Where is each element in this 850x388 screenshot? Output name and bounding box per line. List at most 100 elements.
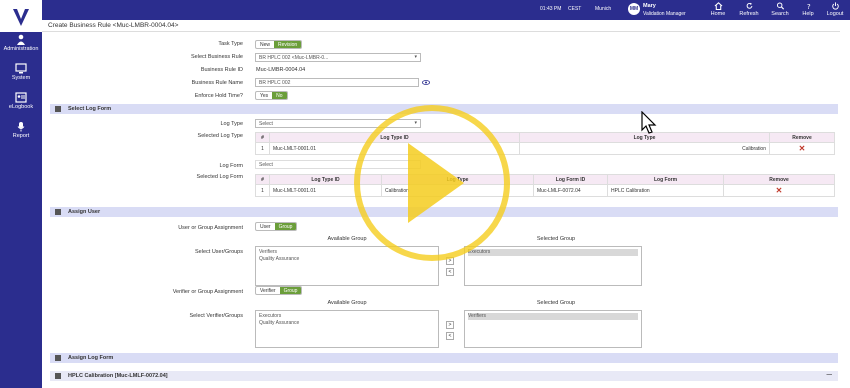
log-form-label: Log Form	[219, 163, 243, 169]
option-group[interactable]: Group	[274, 223, 297, 230]
logout-label: Logout	[826, 11, 844, 17]
remove-icon[interactable]: ✕	[769, 142, 835, 155]
top-bar: 01:43 PM CEST Munich MM Mary Validation …	[42, 0, 850, 20]
search-button[interactable]: Search	[768, 2, 792, 17]
rule-id-value: Muc-LMBR-0004.04	[256, 67, 306, 73]
selected-group-header: Selected Group	[536, 236, 576, 242]
selected-verifiers-list[interactable]: Verifiers	[464, 310, 642, 348]
option-user[interactable]: User	[256, 223, 275, 230]
report-icon	[17, 122, 25, 132]
move-right-button[interactable]: >	[446, 321, 454, 329]
section-assign-log-form[interactable]: Assign Log Form	[50, 353, 838, 363]
section-title: Assign User	[68, 209, 101, 215]
sidebar-item-label: System	[11, 75, 31, 81]
task-type-new[interactable]: New	[256, 41, 274, 48]
option-verifier[interactable]: Verifier	[256, 287, 280, 294]
cell: Calibration	[519, 142, 770, 155]
hold-no[interactable]: No	[272, 92, 287, 99]
logout-button[interactable]: Logout	[823, 2, 847, 17]
cell: HPLC Calibration	[607, 184, 724, 197]
table-row: 1 Muc-LMLT-0001.01 Calibration Muc-LMLF-…	[255, 184, 835, 197]
col-header: Log Form	[607, 174, 724, 185]
home-label: Home	[710, 11, 726, 17]
sidebar-item-administration[interactable]: Administration	[0, 32, 42, 58]
section-title: Assign Log Form	[68, 355, 114, 361]
move-left-button[interactable]: <	[446, 332, 454, 340]
sidebar-item-label: Administration	[3, 46, 39, 52]
help-label: Help	[802, 11, 814, 17]
col-header: Remove	[723, 174, 835, 185]
list-item[interactable]: Verifiers	[468, 313, 638, 320]
section-title: Select Log Form	[68, 106, 112, 112]
user-group-label: User or Group Assignment	[178, 225, 243, 231]
refresh-button[interactable]: Refresh	[737, 2, 761, 17]
verifier-group-toggle[interactable]: Verifier Group	[255, 286, 303, 295]
log-form-value: Select	[259, 162, 273, 168]
option-group[interactable]: Group	[279, 287, 302, 294]
available-verifiers-list[interactable]: Executors Quality Assurance	[255, 310, 439, 348]
hold-time-toggle[interactable]: Yes No	[255, 91, 288, 100]
section-icon	[55, 373, 61, 379]
help-icon: ?	[806, 2, 810, 10]
user-group-toggle[interactable]: User Group	[255, 222, 298, 231]
task-type-revision[interactable]: Revision	[274, 41, 302, 48]
user-name: Mary	[643, 3, 656, 9]
sidebar-item-elogbook[interactable]: eLogbook	[0, 90, 42, 116]
sidebar-item-system[interactable]: System	[0, 61, 42, 87]
mouse-cursor-icon	[641, 111, 657, 134]
log-type-table: # Log Type ID Log Type Remove 1 Muc-LMLT…	[255, 132, 835, 155]
remove-icon[interactable]: ✕	[723, 184, 835, 197]
list-item[interactable]: Executors	[259, 313, 435, 320]
refresh-label: Refresh	[739, 11, 759, 17]
selected-users-list[interactable]: Executors	[464, 246, 642, 286]
user-role: Validation Manager	[643, 11, 686, 17]
move-left-button[interactable]: <	[446, 268, 454, 276]
collapse-icon[interactable]: —	[827, 372, 833, 378]
rule-name-input[interactable]: BR HPLC 002	[255, 78, 419, 87]
timezone: CEST	[568, 6, 582, 12]
svg-text:?: ?	[806, 2, 810, 10]
select-rule-label: Select Business Rule	[191, 54, 243, 60]
home-button[interactable]: Home	[706, 2, 730, 17]
list-item[interactable]: Executors	[468, 249, 638, 256]
log-form-table: # Log Type ID Log Type Log Form ID Log F…	[255, 174, 835, 197]
rule-name-label: Business Rule Name	[191, 80, 243, 86]
rule-name-value: BR HPLC 002	[259, 80, 291, 86]
task-type-label: Task Type	[218, 41, 243, 47]
search-icon	[776, 2, 784, 10]
sidebar-item-label: eLogbook	[8, 104, 34, 110]
cell: 1	[255, 142, 270, 155]
power-icon	[831, 2, 839, 10]
sidebar: Administration System eLogbook Report	[0, 32, 42, 388]
select-rule-dropdown[interactable]: BR HPLC 002 <Muc-LMBR-0... ▾	[255, 53, 421, 62]
chevron-down-icon: ▾	[414, 54, 417, 60]
list-item[interactable]: Quality Assurance	[259, 320, 435, 327]
sidebar-item-report[interactable]: Report	[0, 119, 42, 145]
eye-icon[interactable]	[422, 80, 430, 85]
avatar[interactable]: MM	[628, 3, 640, 15]
verifier-group-label: Verifier or Group Assignment	[172, 289, 243, 295]
app-logo	[0, 0, 42, 32]
section-icon	[55, 209, 61, 215]
col-header: Log Form ID	[533, 174, 608, 185]
section-icon	[55, 355, 61, 361]
cell: 1	[255, 184, 270, 197]
select-users-label: Select User/Groups	[195, 249, 243, 255]
admin-icon	[17, 34, 25, 45]
help-button[interactable]: ? Help	[796, 2, 820, 17]
selected-group-header: Selected Group	[536, 300, 576, 306]
section-icon	[55, 106, 61, 112]
video-play-overlay[interactable]	[354, 105, 510, 261]
assigned-log-form-row[interactable]: HPLC Calibration [Muc-LMLF-0072.04] —	[50, 371, 838, 381]
refresh-icon	[746, 2, 752, 9]
select-verifiers-label: Select Verifier/Groups	[189, 313, 244, 319]
assigned-log-form-title: HPLC Calibration [Muc-LMLF-0072.04]	[68, 373, 168, 379]
table-row: 1 Muc-LMLT-0001.01 Calibration ✕	[255, 142, 835, 155]
hold-yes[interactable]: Yes	[256, 92, 272, 99]
task-type-toggle[interactable]: New Revision	[255, 40, 303, 49]
log-type-label: Log Type	[220, 121, 243, 127]
hold-time-label: Enforce Hold Time?	[194, 93, 243, 99]
col-header: #	[255, 132, 270, 143]
available-group-header: Available Group	[327, 300, 367, 306]
log-type-value: Select	[259, 121, 273, 127]
